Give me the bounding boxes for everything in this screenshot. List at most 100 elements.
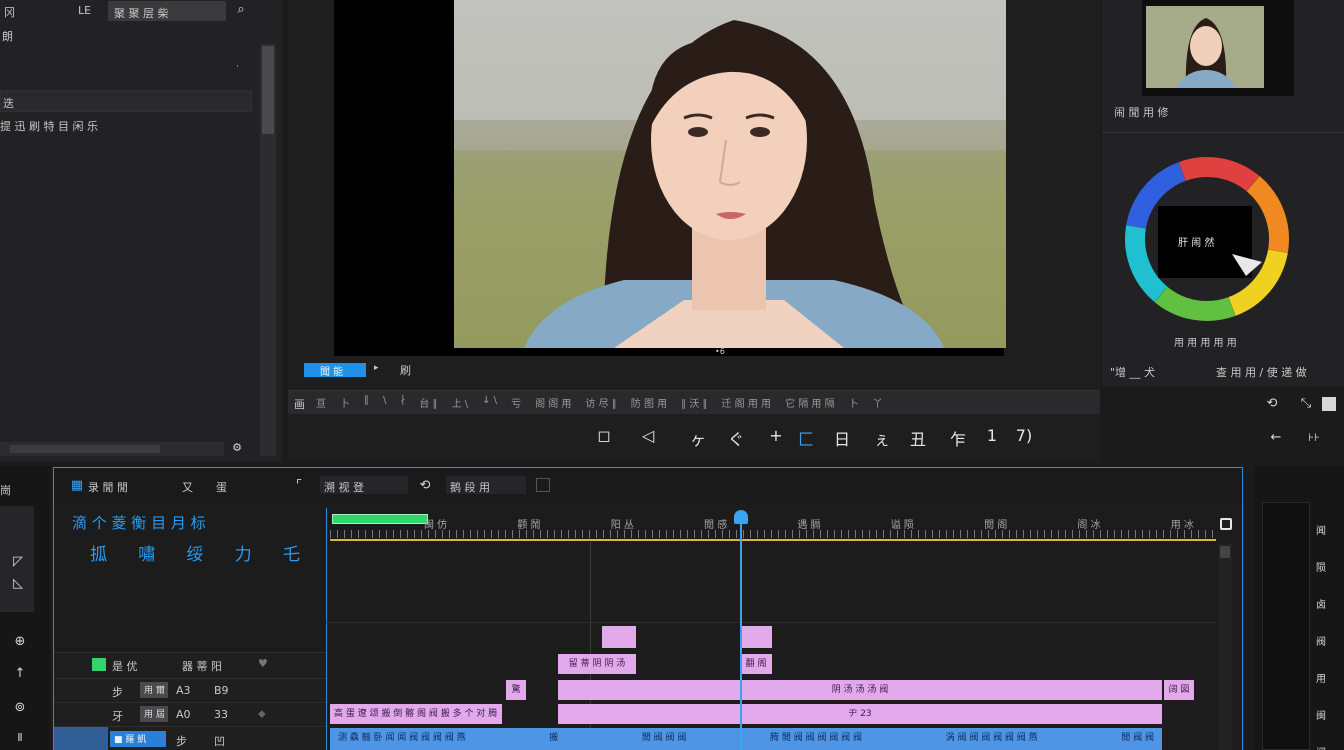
right-item[interactable]: 陨: [1316, 559, 1344, 574]
timeline-field-2[interactable]: 鹅 段 用: [446, 476, 526, 494]
add-marker-button[interactable]: +: [764, 426, 788, 445]
track-4-toggle-label: ■ 羅 凱: [114, 735, 147, 745]
media-item-label: 提 迅 刷 特 目 闲 乐: [0, 120, 98, 133]
clip-5[interactable]: 阔 図: [1164, 680, 1194, 700]
select-tool-icon[interactable]: ◸: [6, 552, 30, 572]
media-scrollbar[interactable]: [260, 44, 276, 456]
subtitle-glyph[interactable]: 力: [235, 540, 252, 565]
clip-6[interactable]: 高 蛋 遼 颂 搬 倒 髂 阁 阀 搬 多 个 对 腾: [330, 704, 502, 724]
timeline-tab-3[interactable]: 蛋: [216, 479, 227, 495]
right-label-2[interactable]: 查 用 用 / 使 递 做: [1216, 364, 1307, 380]
track-header-4[interactable]: ■ 羅 凱 步 凹: [54, 726, 326, 750]
thumbnail-image: [1146, 6, 1264, 88]
timeline-field-1-value: 溯 视 登: [324, 481, 364, 494]
rewind-button[interactable]: ヶ: [686, 426, 710, 450]
track-4-toggle[interactable]: ■ 羅 凱: [110, 731, 166, 747]
clip-3[interactable]: 驚: [506, 680, 526, 700]
scopes-panel: 闹 閒 用 修 肝 闹 然 用 用 用 用 用: [1102, 0, 1344, 386]
timeline-end-button[interactable]: [1220, 518, 1232, 530]
ruler-label: 它 隔 用 隔: [785, 399, 835, 409]
subtitle-glyph[interactable]: 乇: [283, 540, 300, 565]
ruler-end-button[interactable]: [1322, 397, 1336, 411]
timeline-subtitle-row: 㧓 嘯 绥 力 乇: [90, 540, 300, 565]
settings-icon[interactable]: ⚙: [229, 440, 245, 456]
hand-tool-icon[interactable]: ⊕: [8, 632, 32, 652]
link-icon[interactable]: ⟲: [416, 476, 434, 496]
timeline-ruler-label: 用 冰: [1170, 520, 1194, 531]
ripple-button[interactable]: 乍: [946, 426, 970, 450]
clip-8[interactable]: 测 驫 鲡 卧 闻 闻 阀 阀 阀 阀 燕 搬 閲 阀 阀 阀 腾 閲 阀 阀 …: [330, 728, 1162, 750]
track-3-lock-icon[interactable]: ⬥: [258, 707, 266, 721]
right-item[interactable]: 闽: [1316, 707, 1344, 722]
timeline-menu-icon[interactable]: ▦: [70, 476, 84, 496]
clip-2[interactable]: 翻 阁: [740, 654, 772, 674]
tab-viewer-other[interactable]: 刷: [400, 362, 411, 378]
clip-small-top-2[interactable]: [740, 626, 772, 648]
media-tab-1[interactable]: 冈: [4, 4, 15, 20]
media-search-input[interactable]: 聚 聚 层 柴: [108, 1, 226, 21]
columns-icon[interactable]: ⊦⊦: [1302, 428, 1326, 448]
media-tab-2[interactable]: LE: [78, 4, 91, 17]
trim-button[interactable]: 丑: [906, 426, 930, 450]
right-label-1[interactable]: "增 __ 犬: [1110, 364, 1155, 380]
out-point-button[interactable]: 日: [830, 426, 854, 450]
track-header-2[interactable]: 步 用 爾 A3 B9: [54, 678, 326, 702]
media-row-2-label: 迭: [3, 97, 14, 110]
subtitle-glyph[interactable]: 绥: [187, 540, 204, 565]
timeline-panel: ▦ 录 閒 閒 又 蛋 ⌜ 溯 视 登 ⟲ 鹅 段 用 滴 个 菱 衡 目 月 …: [53, 467, 1243, 750]
step-forward-button[interactable]: 1: [980, 426, 1004, 445]
ruler-range-bar[interactable]: [332, 514, 428, 524]
right-item[interactable]: 阀: [1316, 744, 1344, 750]
media-row-2-highlight[interactable]: 迭: [0, 90, 252, 112]
track-header-1[interactable]: 是 优 器 蒂 阳 ♥: [54, 652, 326, 676]
ruler-label: 访 尽 ∥: [585, 399, 617, 409]
play-forward-button[interactable]: 7): [1012, 426, 1036, 445]
track-2-toggle[interactable]: 用 爾: [140, 682, 168, 698]
stop-button[interactable]: ◻: [592, 426, 616, 445]
media-item[interactable]: 提 迅 刷 特 目 闲 乐: [0, 118, 98, 134]
right-item[interactable]: 用: [1316, 670, 1344, 685]
snap-icon[interactable]: ⌜: [290, 476, 308, 496]
split-button[interactable]: ぇ: [870, 426, 894, 450]
right-item[interactable]: 阀: [1316, 633, 1344, 648]
step-back-button[interactable]: ◁: [636, 426, 660, 445]
in-point-button[interactable]: 匚: [794, 426, 818, 450]
loop-button[interactable]: ぐ: [724, 426, 748, 450]
ruler-label: 上 \: [451, 399, 469, 409]
track-3-toggle[interactable]: 用 屆: [140, 706, 168, 722]
track-header-3[interactable]: 牙 用 屆 A0 33 ⬥: [54, 702, 326, 726]
ruler-zoom-icon[interactable]: ⟲: [1262, 394, 1282, 414]
play-icon[interactable]: ▸: [374, 363, 379, 373]
timeline-checkbox[interactable]: [536, 478, 550, 492]
text-tool-icon[interactable]: Ⅱ: [8, 728, 32, 748]
media-hscrollbar[interactable]: [0, 442, 224, 456]
subtitle-glyph[interactable]: 嘯: [138, 540, 155, 565]
up-arrow-icon[interactable]: ↑: [8, 664, 32, 684]
media-chevron[interactable]: ·: [236, 62, 239, 72]
right-item[interactable]: 闻: [1316, 522, 1344, 537]
right-item[interactable]: 卤: [1316, 596, 1344, 611]
track-4-selected[interactable]: [54, 727, 108, 750]
track-3-label-c: A0: [176, 708, 191, 721]
timeline-tab-2[interactable]: 又: [182, 479, 193, 495]
zoom-tool-icon[interactable]: ⊚: [8, 698, 32, 718]
media-row-1[interactable]: 朗: [2, 28, 13, 44]
ruler-fit-icon[interactable]: ⤡: [1296, 394, 1316, 414]
clip-small-top-1[interactable]: [602, 626, 636, 648]
playhead-line[interactable]: [740, 518, 742, 750]
media-scroll-thumb[interactable]: [262, 46, 274, 134]
search-icon[interactable]: ⌕: [230, 0, 252, 20]
tab-viewer-active[interactable]: 聞 能: [304, 363, 366, 378]
subtitle-glyph[interactable]: 㧓: [90, 540, 107, 565]
scope-thumbnail[interactable]: [1142, 0, 1294, 96]
back-icon[interactable]: ←: [1266, 428, 1286, 448]
timeline-vscroll[interactable]: [1218, 544, 1232, 750]
razor-tool-icon[interactable]: ◺: [6, 574, 30, 594]
ruler-start-icon[interactable]: 画: [294, 396, 305, 412]
playhead-handle[interactable]: [734, 510, 748, 524]
clip-4[interactable]: 阴 汤 汤 汤 阀: [558, 680, 1162, 700]
clip-7[interactable]: ヂ 23: [558, 704, 1162, 724]
track-1-heart-icon[interactable]: ♥: [258, 657, 268, 670]
timeline-field-1[interactable]: 溯 视 登: [320, 476, 408, 494]
clip-1[interactable]: 留 蒂 阴 阴 汤: [558, 654, 636, 674]
